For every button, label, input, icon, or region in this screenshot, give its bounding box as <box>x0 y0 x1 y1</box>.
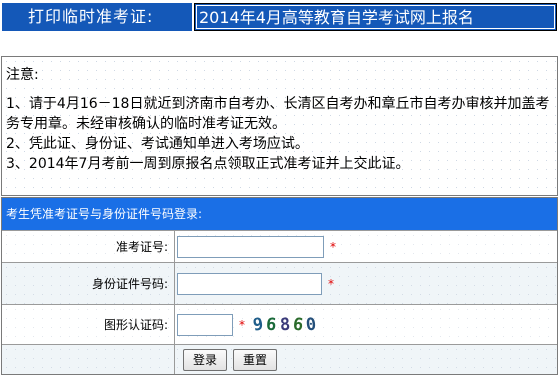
buttons-cell: 登录 重置 <box>175 345 557 374</box>
print-temp-admission-title: 打印临时准考证: <box>2 3 192 31</box>
id-card-input[interactable] <box>177 272 322 295</box>
captcha-label: 图形认证码: <box>2 305 175 344</box>
login-button[interactable]: 登录 <box>183 348 228 371</box>
login-form: 考生凭准考证号与身份证件号码登录: 准考证号: * 身份证件号码: * 图形认证… <box>1 197 558 375</box>
title-bar: 打印临时准考证: 2014年4月高等教育自学考试网上报名 <box>0 0 559 35</box>
captcha-row: 图形认证码: * 9 6 8 6 0 <box>2 304 557 344</box>
required-mark: * <box>328 276 334 291</box>
notice-item-2: 2、凭此证、身份证、考试通知单进入考场应试。 <box>6 136 309 152</box>
captcha-digit: 0 <box>304 314 318 335</box>
captcha-digit: 9 <box>251 313 265 336</box>
id-card-row: 身份证件号码: * <box>2 262 557 304</box>
id-card-cell: * <box>175 263 557 304</box>
notice-item-1: 1、请于4月16－18日就近到济南市自考办、长清区自考办和章丘市自考办审核并加盖… <box>6 96 550 132</box>
exam-id-row: 准考证号: * <box>2 230 557 262</box>
captcha-digit: 6 <box>265 314 278 335</box>
required-mark: * <box>330 239 336 254</box>
form-heading: 考生凭准考证号与身份证件号码登录: <box>2 198 557 230</box>
buttons-row-spacer <box>2 345 175 374</box>
registration-title: 2014年4月高等教育自学考试网上报名 <box>194 3 557 31</box>
captcha-image[interactable]: 9 6 8 6 0 <box>251 313 319 337</box>
id-card-label: 身份证件号码: <box>2 263 175 304</box>
captcha-digit: 6 <box>291 313 305 336</box>
buttons-row: 登录 重置 <box>2 344 557 374</box>
notice-heading: 注意: <box>6 67 39 83</box>
reset-button[interactable]: 重置 <box>233 348 278 371</box>
exam-id-cell: * <box>175 231 557 262</box>
captcha-digit: 8 <box>278 314 291 335</box>
notice-item-3: 3、2014年7月考前一周到原报名点领取正式准考证并上交此证。 <box>6 156 410 172</box>
exam-id-label: 准考证号: <box>2 231 175 262</box>
captcha-cell: * 9 6 8 6 0 <box>175 305 557 344</box>
required-mark: * <box>239 317 245 332</box>
exam-id-input[interactable] <box>177 235 324 258</box>
notice-box: 注意: 1、请于4月16－18日就近到济南市自考办、长清区自考办和章丘市自考办审… <box>1 56 558 196</box>
captcha-input[interactable] <box>177 313 233 336</box>
